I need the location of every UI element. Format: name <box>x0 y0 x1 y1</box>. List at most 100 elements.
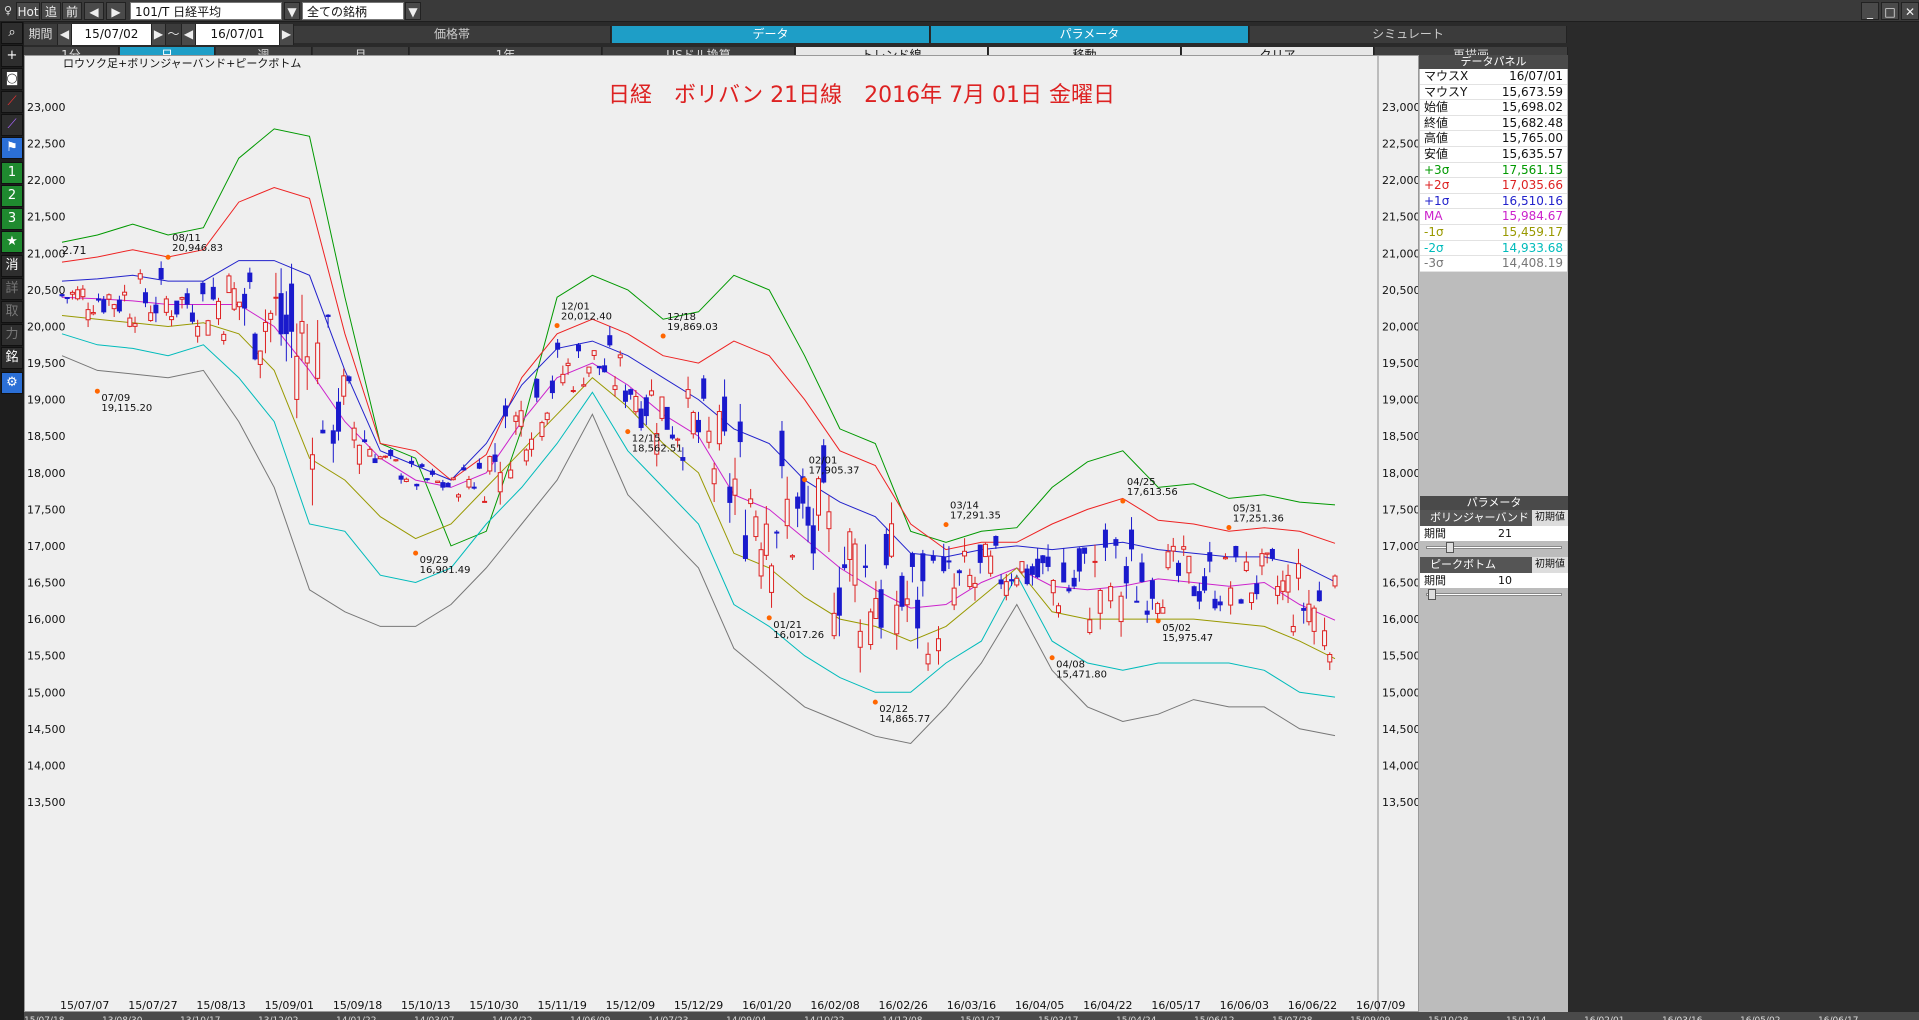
data-panel-title: データパネル <box>1419 55 1568 69</box>
symbol-dropdown-icon[interactable]: ▼ <box>284 2 300 20</box>
candle-body <box>779 430 785 467</box>
power-button[interactable]: 力 <box>1 324 23 346</box>
preset-1-button[interactable]: 1 <box>1 162 23 184</box>
date-tick-label: 15/11/19 <box>537 999 586 1011</box>
chart-area[interactable]: 23,000 23,000 22,500 22,500 22,000 22,000 21,5… <box>24 55 1421 1012</box>
candle-body <box>403 478 409 482</box>
candle-body <box>456 494 462 498</box>
price-tick-label: 21,500 <box>27 211 66 224</box>
candle-body <box>1301 608 1307 611</box>
tsui-button[interactable]: 追 <box>41 2 61 20</box>
edge-value-label: 2.71 <box>62 244 87 257</box>
candle-body <box>1160 607 1166 614</box>
tab-data[interactable]: データ <box>612 26 930 43</box>
tab-parameter[interactable]: パラメータ <box>931 26 1249 43</box>
plus-icon[interactable]: + <box>1 45 23 67</box>
universe-select[interactable]: 全ての銘柄 <box>302 2 404 20</box>
candle-body <box>304 356 310 364</box>
candle-body <box>789 555 795 558</box>
close-icon[interactable]: ✕ <box>1901 2 1919 20</box>
peak-bottom-param-name: ピークボトム <box>1420 557 1532 573</box>
peak-bottom-period-slider[interactable] <box>1420 588 1568 600</box>
hot-button[interactable]: Hot <box>16 2 40 20</box>
tab-simulate[interactable]: シミュレート <box>1250 26 1567 43</box>
preset-2-button[interactable]: 2 <box>1 185 23 207</box>
gear-icon[interactable]: ⚙ <box>1 372 23 394</box>
star-icon[interactable]: ★ <box>1 231 23 253</box>
date-tick-label: 16/04/22 <box>1083 999 1132 1011</box>
candle-body <box>737 421 743 443</box>
search-icon[interactable]: ⌕ <box>1 22 23 44</box>
candle-body <box>476 462 482 469</box>
symbol-button[interactable]: 銘 <box>1 347 23 369</box>
symbol-input[interactable]: 101/T 日経平均 <box>130 2 282 20</box>
flag-icon[interactable]: ⚑ <box>1 137 23 159</box>
data-row-value: 15,984.67 <box>1501 209 1563 224</box>
candle-body <box>1144 610 1150 615</box>
slider-knob[interactable] <box>1428 589 1436 600</box>
chart-icon[interactable]: ⟋ <box>1 91 23 113</box>
bollinger-reset-button[interactable]: 初期値 <box>1532 510 1568 526</box>
bollinger-chart[interactable]: 23,000 23,000 22,500 22,500 22,000 22,000 21,5… <box>25 56 1421 1012</box>
maximize-icon[interactable]: □ <box>1881 2 1899 20</box>
candle-body <box>622 390 628 402</box>
candle-body <box>1280 580 1286 592</box>
to-prev-icon[interactable]: ◀ <box>182 24 196 45</box>
back-arrow-icon[interactable]: ◀ <box>84 2 104 20</box>
lightbulb-icon[interactable]: ♀ <box>0 2 16 20</box>
forward-arrow-icon[interactable]: ▶ <box>106 2 126 20</box>
from-prev-icon[interactable]: ◀ <box>58 24 72 45</box>
candle-body <box>842 564 848 569</box>
candle-body <box>659 396 665 419</box>
peak-value-label: 16,901.49 <box>420 565 471 576</box>
data-row: +2σ 17,035.66 <box>1420 178 1567 194</box>
price-tick-label: 18,500 <box>1382 430 1418 443</box>
peak-bottom-reset-button[interactable]: 初期値 <box>1532 557 1568 573</box>
price-tick-label: 17,500 <box>27 503 66 516</box>
candle-body <box>602 365 608 373</box>
peak-marker <box>1049 655 1055 661</box>
detail-button[interactable]: 詳 <box>1 278 23 300</box>
take-button[interactable]: 取 <box>1 301 23 323</box>
erase-button[interactable]: 消 <box>1 255 23 277</box>
peak-marker <box>625 429 631 435</box>
candle-body <box>362 439 368 443</box>
universe-dropdown-icon[interactable]: ▼ <box>405 2 421 20</box>
slider-knob[interactable] <box>1446 542 1454 553</box>
candle-body <box>795 496 801 509</box>
data-row-value: 15,459.17 <box>1501 224 1563 239</box>
candle-body <box>576 344 582 352</box>
candle-body <box>351 427 357 441</box>
chart-alt-icon[interactable]: ⟋ <box>1 114 23 136</box>
bollinger-period-value[interactable]: 21 <box>1498 526 1512 541</box>
lower-date-label: 15/12/14 <box>1506 1016 1547 1020</box>
candle-body <box>649 390 655 396</box>
date-tick-label: 16/02/08 <box>810 999 859 1011</box>
mae-button[interactable]: 前 <box>62 2 82 20</box>
tab-price-band[interactable]: 価格帯 <box>294 26 611 43</box>
candle-body <box>1019 561 1025 573</box>
candle-body <box>377 456 383 460</box>
candle-body <box>466 478 472 488</box>
bollinger-period-slider[interactable] <box>1420 541 1568 553</box>
camera-icon[interactable]: ◙ <box>1 68 23 90</box>
candle-body <box>1269 549 1275 559</box>
lower-date-label: 14/06/09 <box>570 1016 611 1020</box>
lower-date-label: 16/03/16 <box>1662 1016 1703 1020</box>
candle-body <box>544 412 550 421</box>
candle-body <box>1191 586 1197 597</box>
to-next-icon[interactable]: ▶ <box>280 24 294 45</box>
from-date-input[interactable]: 15/07/02 <box>72 24 152 45</box>
candle-body <box>909 553 915 567</box>
from-next-icon[interactable]: ▶ <box>152 24 166 45</box>
peak-bottom-period-value[interactable]: 10 <box>1498 573 1512 588</box>
candle-body <box>612 385 618 390</box>
candle-body <box>252 333 258 360</box>
candle-body <box>497 472 503 493</box>
data-row-key: 終値 <box>1424 115 1449 130</box>
minimize-icon[interactable]: _ <box>1861 2 1879 20</box>
peak-value-label: 17,613.56 <box>1127 487 1178 498</box>
preset-3-button[interactable]: 3 <box>1 208 23 230</box>
date-tick-label: 16/05/17 <box>1151 999 1200 1011</box>
to-date-input[interactable]: 16/07/01 <box>196 24 280 45</box>
